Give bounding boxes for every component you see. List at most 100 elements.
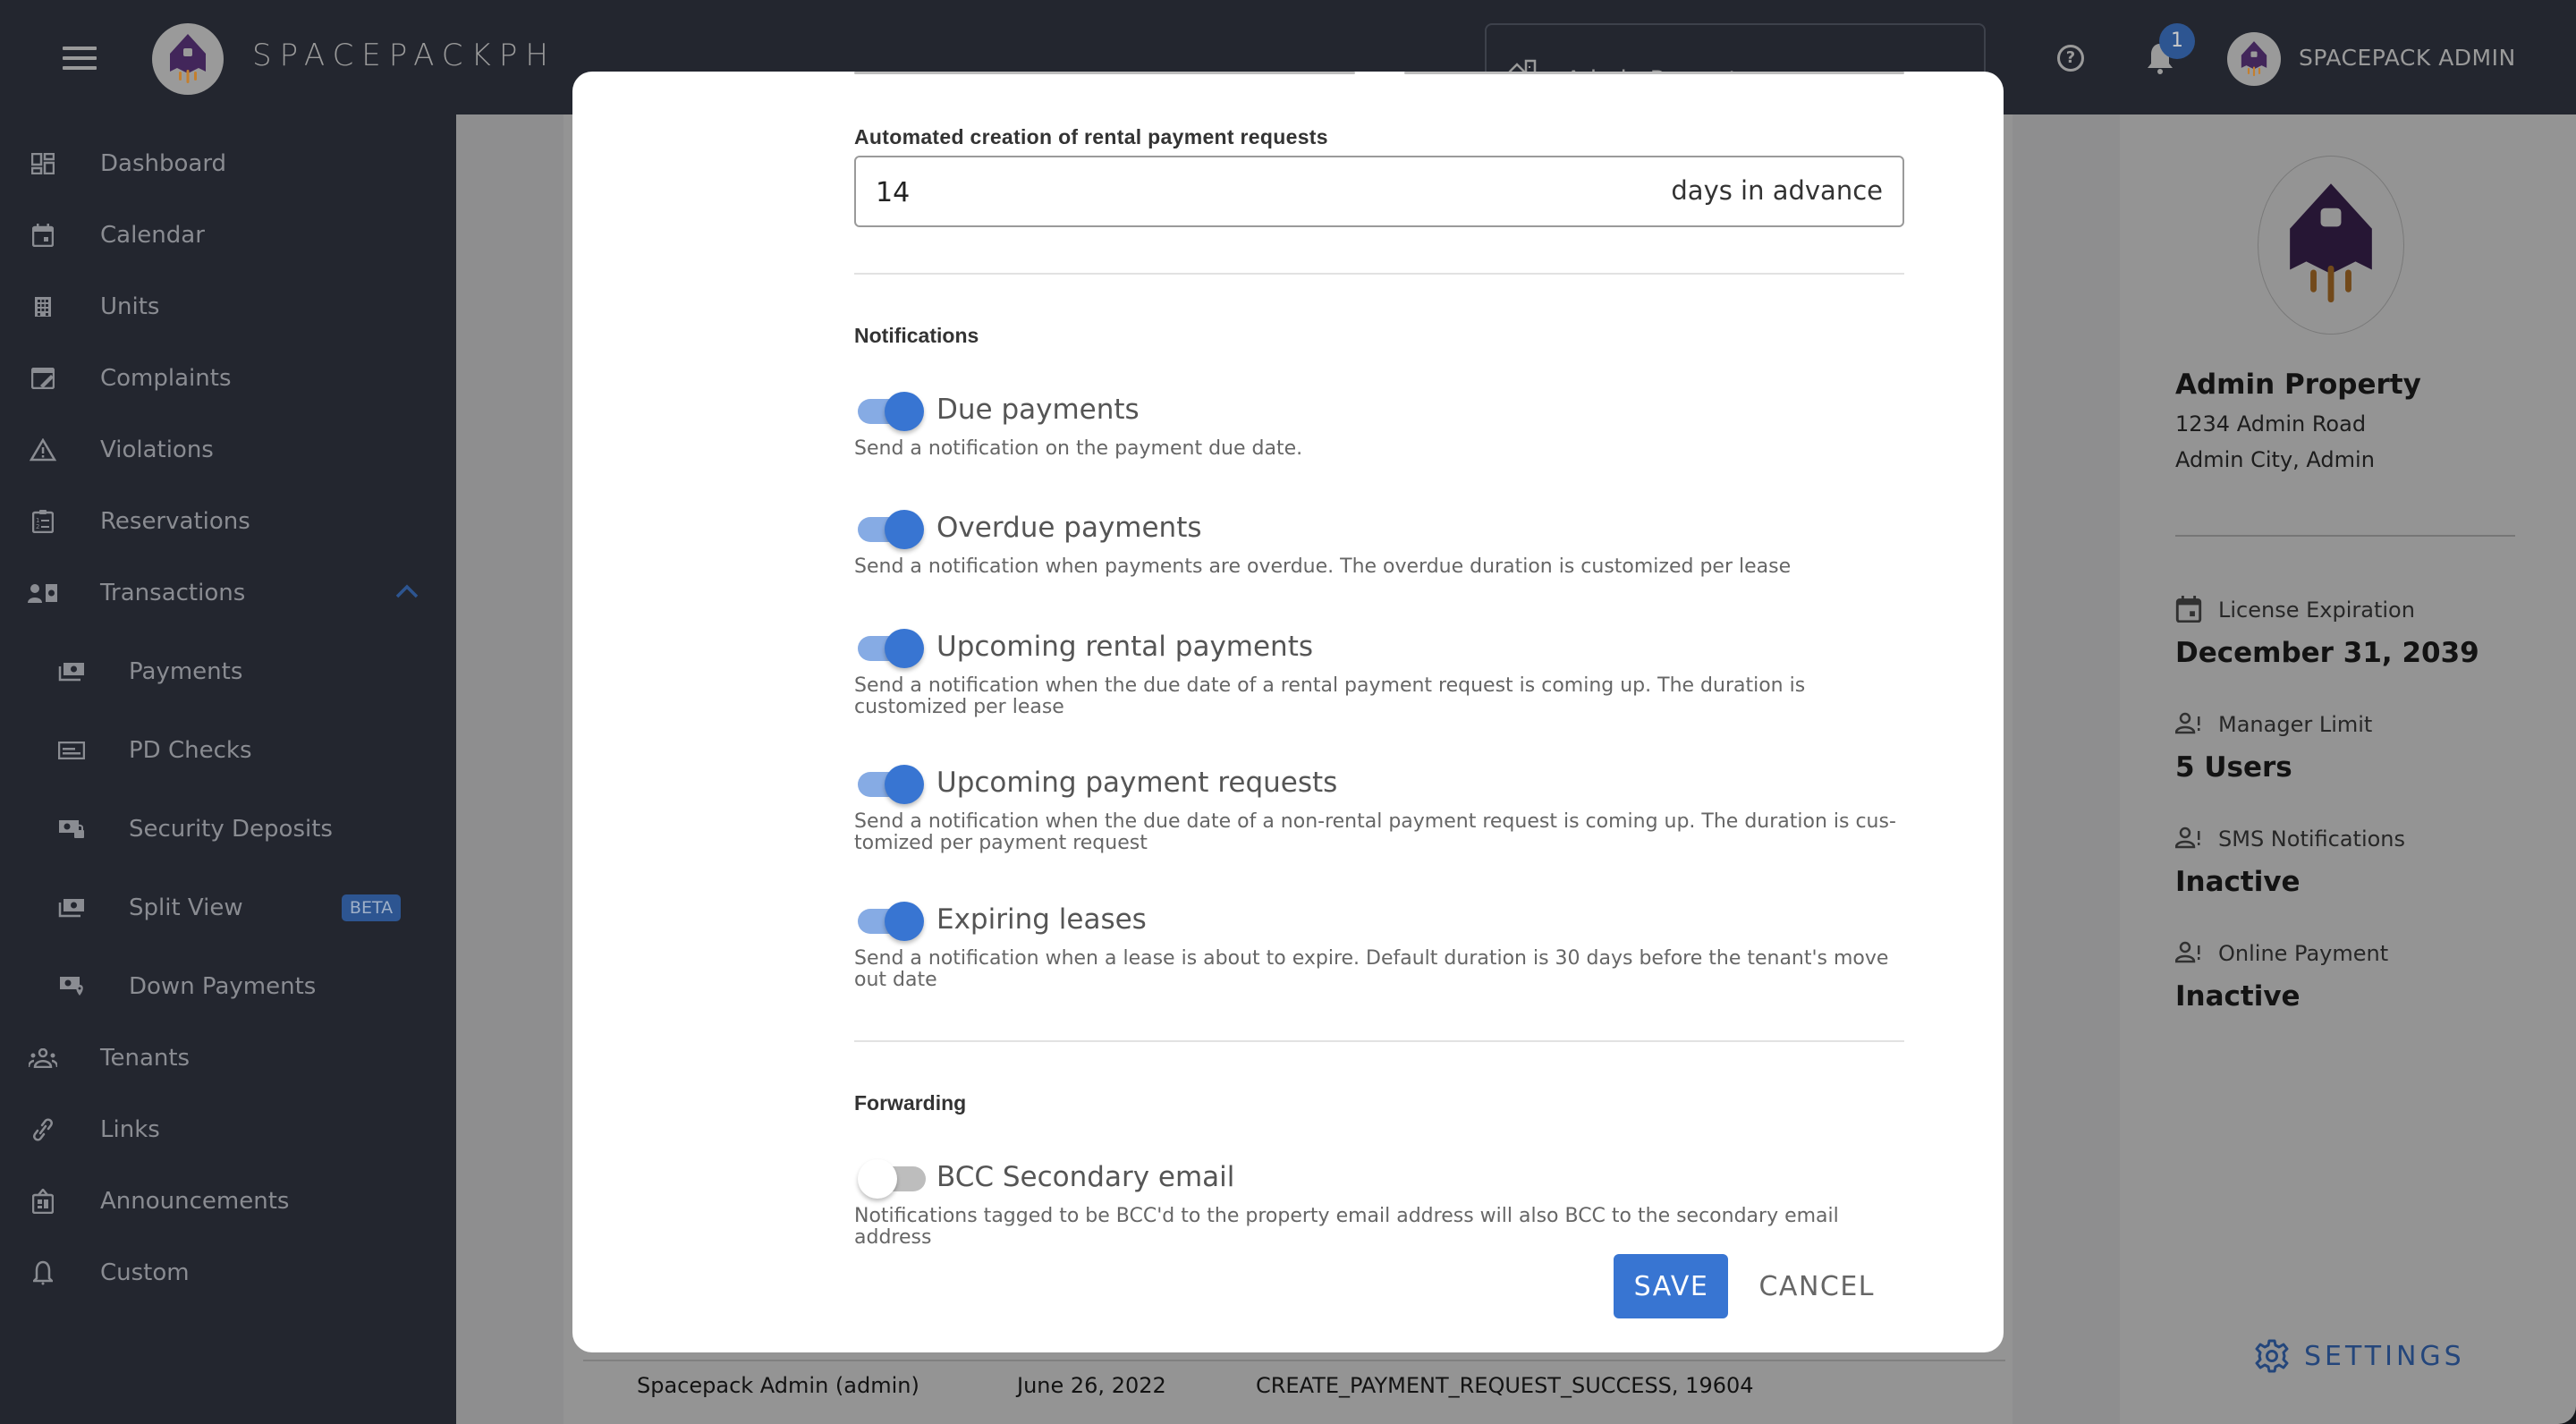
- sidebar-item-label: Custom: [100, 1259, 190, 1286]
- sidebar-item-tenants[interactable]: Tenants: [0, 1027, 456, 1089]
- sidebar-item-links[interactable]: Links: [0, 1098, 456, 1161]
- rocket-logo-icon: [170, 34, 206, 83]
- log-user: Spacepack Admin (admin): [637, 1373, 919, 1398]
- sidebar-item-label: Security Deposits: [129, 816, 333, 843]
- settings-button[interactable]: SETTINGS: [2254, 1338, 2465, 1374]
- sidebar-item-label: Transactions: [100, 580, 246, 606]
- sidebar-item-label: Payments: [129, 658, 243, 685]
- stat-value: Inactive: [2175, 866, 2301, 898]
- sidebar-item-complaints[interactable]: Complaints: [0, 347, 456, 410]
- toggle-description: Send a notification when the due date of…: [854, 674, 1806, 718]
- sidebar-item-reservations[interactable]: 12 Reservations: [0, 490, 456, 553]
- stat-label: Manager Limit: [2218, 712, 2373, 737]
- sidebar-item-transactions[interactable]: Transactions: [0, 562, 456, 624]
- log-date: June 26, 2022: [1017, 1373, 1166, 1398]
- user-menu[interactable]: SPACEPACK ADMIN: [2299, 45, 2516, 71]
- sidebar-item-label: Calendar: [100, 222, 205, 249]
- sidebar-item-payments[interactable]: Payments: [0, 640, 456, 703]
- toggle-label: Overdue payments: [936, 512, 1202, 544]
- property-logo: [2258, 156, 2404, 335]
- sidebar-item-label: Tenants: [100, 1045, 191, 1072]
- property-info-panel: Admin Property 1234 Admin Road Admin Cit…: [2120, 114, 2576, 1424]
- stat-label: License Expiration: [2218, 598, 2415, 623]
- rocket-logo-icon: [2290, 183, 2372, 303]
- money-lock-icon: [55, 813, 88, 845]
- sidebar-item-split-view[interactable]: Split View BETA: [0, 877, 456, 939]
- sidebar-item-custom[interactable]: Custom: [0, 1242, 456, 1304]
- toggle-description: Send a notification when the due date of…: [854, 810, 1896, 854]
- stat-value: Inactive: [2175, 980, 2301, 1013]
- sidebar-item-pd-checks[interactable]: PD Checks: [0, 719, 456, 782]
- people-icon: [27, 1042, 59, 1074]
- days-suffix: days in advance: [1671, 175, 1883, 206]
- menu-icon[interactable]: [63, 47, 97, 70]
- cancel-button[interactable]: CANCEL: [1758, 1271, 1875, 1302]
- address-line-1: 1234 Admin Road: [2175, 411, 2367, 437]
- sidebar-item-announcements[interactable]: Announcements: [0, 1170, 456, 1233]
- days-in-advance-input[interactable]: [876, 170, 1412, 215]
- divider: [854, 273, 1904, 275]
- stat-label: SMS Notifications: [2218, 826, 2406, 852]
- link-icon: [27, 1114, 59, 1146]
- upcoming-payment-requests-switch[interactable]: [858, 765, 924, 804]
- money-stack-icon: [55, 656, 88, 688]
- forwarding-section-title: Forwarding: [854, 1091, 967, 1115]
- due-payments-switch[interactable]: [858, 392, 924, 431]
- sidebar-item-label: Down Payments: [129, 973, 317, 1000]
- help-icon[interactable]: ?: [2057, 45, 2084, 72]
- settings-label: SETTINGS: [2304, 1340, 2465, 1372]
- sidebar-item-label: Reservations: [100, 508, 250, 535]
- user-alert-icon: [2175, 826, 2200, 849]
- sidebar-item-label: Units: [100, 293, 160, 320]
- sidebar-item-label: PD Checks: [129, 737, 252, 764]
- toggle-label: Upcoming payment requests: [936, 767, 1338, 799]
- app-root: SPACEPACKPH Admin Property ▼ ? 1: [0, 0, 2576, 1424]
- bcc-secondary-email-switch[interactable]: [858, 1159, 926, 1199]
- toggle-description: Send a notification when payments are ov…: [854, 555, 1792, 578]
- sidebar-item-violations[interactable]: Violations: [0, 419, 456, 481]
- user-avatar[interactable]: [2227, 32, 2281, 86]
- divider: [854, 1040, 1904, 1042]
- stat-label: Online Payment: [2218, 941, 2389, 966]
- sidebar-item-label: Violations: [100, 437, 214, 463]
- money-stack-icon: [55, 892, 88, 924]
- sidebar-item-security-deposits[interactable]: Security Deposits: [0, 798, 456, 860]
- sidebar-item-dashboard[interactable]: Dashboard: [0, 132, 456, 195]
- sidebar-item-units[interactable]: Units: [0, 275, 456, 338]
- toggle-label: Due payments: [936, 394, 1140, 426]
- days-in-advance-field[interactable]: days in advance: [854, 156, 1904, 227]
- complaint-icon: [27, 362, 59, 394]
- sidebar-item-label: Split View: [129, 894, 243, 921]
- user-alert-icon: [2175, 941, 2200, 963]
- beta-badge: BETA: [342, 894, 401, 921]
- notifications-section-title: Notifications: [854, 324, 979, 347]
- svg-text:2: 2: [36, 523, 39, 530]
- sidebar-item-down-payments[interactable]: Down Payments: [0, 955, 456, 1018]
- sidebar-item-calendar[interactable]: Calendar: [0, 204, 456, 267]
- brand-name: SPACEPACKPH: [252, 38, 556, 73]
- upcoming-rental-payments-switch[interactable]: [858, 629, 924, 668]
- scrolled-field-edge: [854, 72, 1355, 74]
- toggle-label: Expiring leases: [936, 903, 1147, 936]
- address-line-2: Admin City, Admin: [2175, 447, 2375, 472]
- check-icon: [55, 734, 88, 767]
- toggle-description: Notifications tagged to be BCC'd to the …: [854, 1205, 1839, 1249]
- expiring-leases-switch[interactable]: [858, 902, 924, 941]
- toggle-label: BCC Secondary email: [936, 1161, 1235, 1193]
- save-button[interactable]: SAVE: [1614, 1254, 1729, 1318]
- sidebar: Dashboard Calendar Units Complaints Viol…: [0, 114, 456, 1424]
- divider: [2175, 535, 2515, 537]
- stat-value: 5 Users: [2175, 751, 2292, 784]
- scrolled-field-edge: [1404, 72, 1904, 74]
- rocket-logo-icon: [2241, 41, 2267, 77]
- auto-creation-label: Automated creation of rental payment req…: [854, 125, 1328, 148]
- building-icon: [27, 291, 59, 323]
- sidebar-item-label: Dashboard: [100, 150, 227, 177]
- brand-logo: [152, 23, 224, 95]
- calendar-icon: [2175, 596, 2202, 623]
- overdue-payments-switch[interactable]: [858, 510, 924, 549]
- calendar-icon: [27, 219, 59, 251]
- stat-value: December 31, 2039: [2175, 637, 2479, 669]
- dashboard-icon: [27, 148, 59, 180]
- chevron-up-icon[interactable]: [395, 584, 419, 602]
